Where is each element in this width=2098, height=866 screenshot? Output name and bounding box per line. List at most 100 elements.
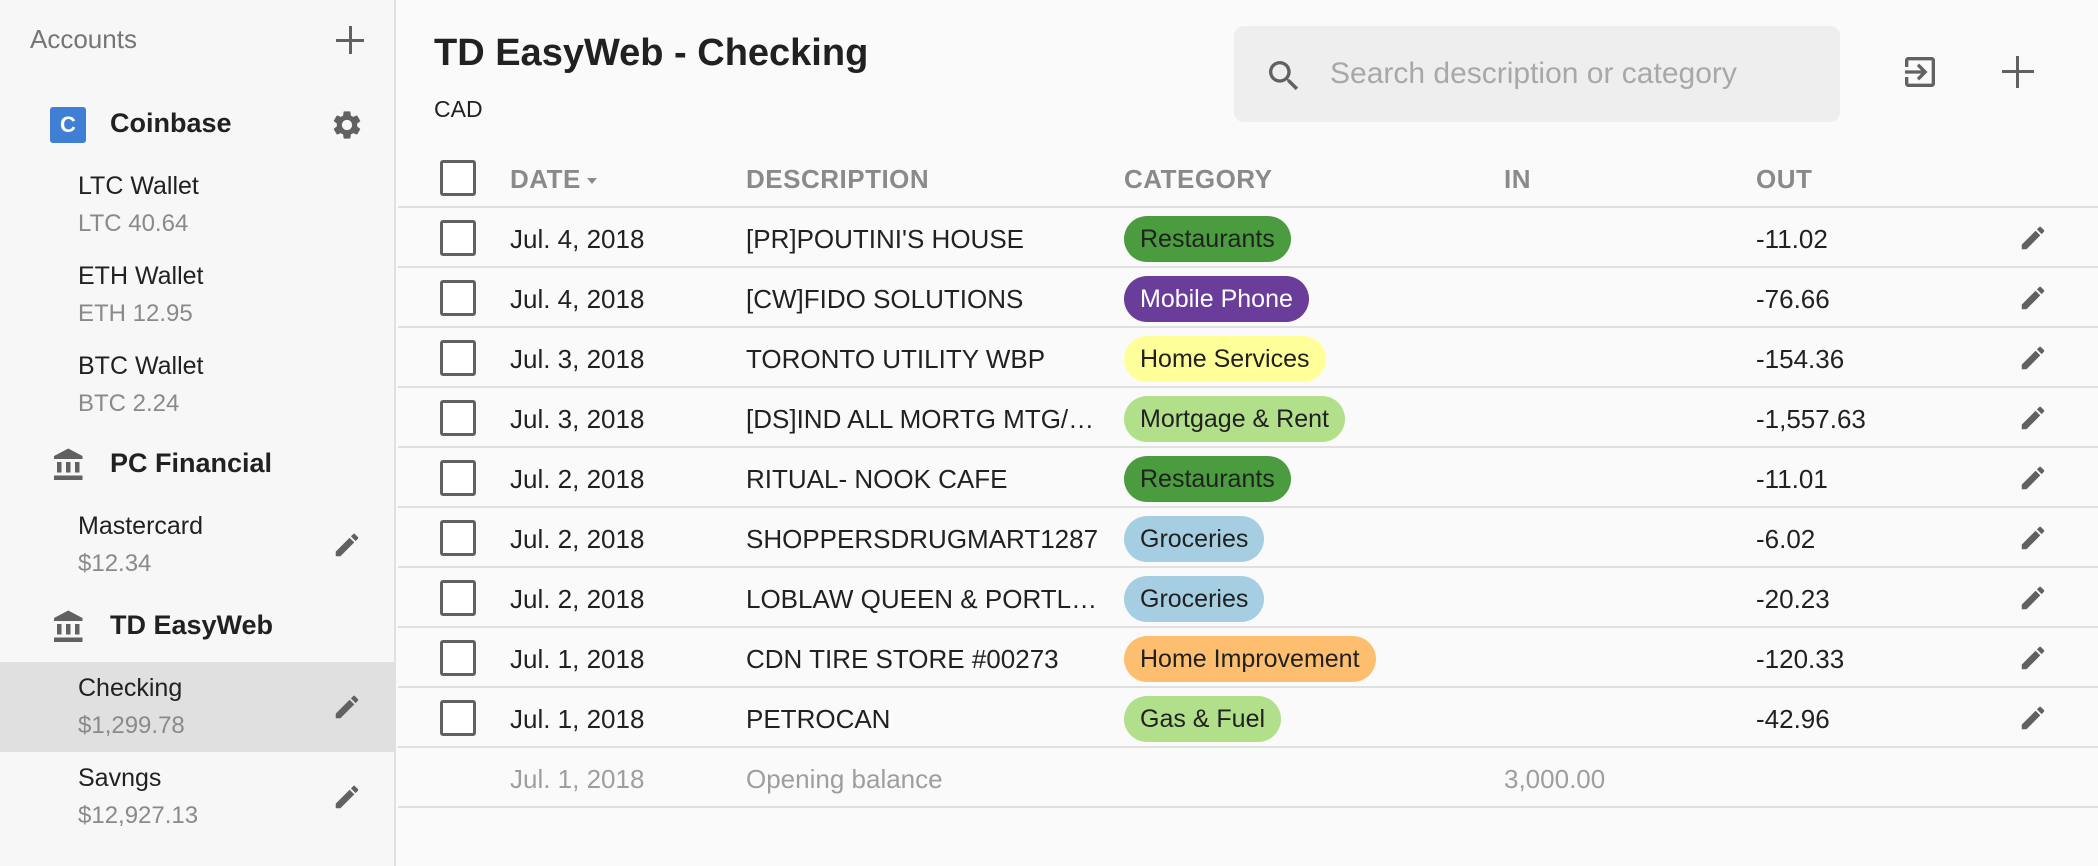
table-row[interactable]: Jul. 2, 2018 SHOPPERSDRUGMART1287 Grocerie…	[398, 508, 2098, 568]
row-checkbox[interactable]	[440, 700, 476, 736]
pencil-icon[interactable]	[2018, 223, 2048, 253]
row-date: Jul. 3, 2018	[510, 344, 645, 374]
pencil-icon[interactable]	[332, 692, 362, 722]
column-category[interactable]: CATEGORY	[1124, 164, 1272, 195]
category-badge[interactable]: Mortgage & Rent	[1124, 396, 1345, 442]
row-out: -154.36	[1756, 344, 1845, 374]
bank-icon	[54, 610, 83, 642]
row-date: Jul. 1, 2018	[510, 704, 645, 734]
row-checkbox[interactable]	[440, 340, 476, 376]
search-box[interactable]	[1234, 26, 1840, 122]
row-date: Jul. 2, 2018	[510, 584, 645, 614]
opening-balance-row: Jul. 1, 2018 Opening balance 3,000.00	[398, 748, 2098, 808]
accounts-sidebar: Accounts C Coinbase LTC Wallet LTC 40.64…	[0, 0, 396, 866]
account-name: Mastercard	[78, 512, 204, 540]
page-title: TD EasyWeb - Checking	[434, 32, 869, 74]
sidebar-item-checking[interactable]: Checking $1,299.78	[0, 662, 396, 752]
import-icon[interactable]	[1900, 52, 1940, 92]
provider-name: Coinbase	[110, 108, 232, 138]
row-date: Jul. 3, 2018	[510, 404, 645, 434]
currency-label: CAD	[434, 96, 483, 122]
select-all-checkbox[interactable]	[440, 160, 476, 196]
add-account-button[interactable]	[330, 20, 370, 60]
provider-pc-financial[interactable]: PC Financial	[0, 432, 396, 492]
row-checkbox[interactable]	[440, 640, 476, 676]
category-badge[interactable]: Mobile Phone	[1124, 276, 1309, 322]
table-row[interactable]: Jul. 1, 2018 PETROCAN Gas & Fuel -42.96	[398, 688, 2098, 748]
provider-name: TD EasyWeb	[110, 610, 274, 640]
pencil-icon[interactable]	[2018, 463, 2048, 493]
sidebar-item-mastercard[interactable]: Mastercard $12.34	[0, 500, 396, 590]
account-balance: ETH 12.95	[78, 300, 193, 327]
pencil-icon[interactable]	[2018, 583, 2048, 613]
category-badge[interactable]: Restaurants	[1124, 456, 1291, 502]
pencil-icon[interactable]	[332, 782, 362, 812]
row-checkbox[interactable]	[440, 280, 476, 316]
column-in[interactable]: IN	[1504, 164, 1531, 195]
row-out: -11.01	[1756, 464, 1828, 494]
category-badge[interactable]: Restaurants	[1124, 216, 1291, 262]
search-icon	[1269, 61, 1299, 91]
account-name: Checking	[78, 674, 183, 702]
row-out: -120.33	[1756, 644, 1845, 674]
pencil-icon[interactable]	[2018, 343, 2048, 373]
row-description: Opening balance	[746, 764, 943, 794]
row-checkbox[interactable]	[440, 580, 476, 616]
provider-td-easyweb[interactable]: TD EasyWeb	[0, 594, 396, 654]
provider-coinbase[interactable]: C Coinbase	[0, 92, 396, 152]
row-out: -11.02	[1756, 224, 1828, 254]
account-balance: $1,299.78	[78, 712, 185, 739]
pencil-icon[interactable]	[2018, 643, 2048, 673]
pencil-icon[interactable]	[2018, 703, 2048, 733]
row-description: LOBLAW QUEEN & PORTL…	[746, 584, 1098, 614]
table-row[interactable]: Jul. 4, 2018 [PR]POUTINI'S HOUSE Restauran…	[398, 208, 2098, 268]
category-badge[interactable]: Gas & Fuel	[1124, 696, 1282, 742]
row-description: PETROCAN	[746, 704, 891, 734]
table-row[interactable]: Jul. 3, 2018 [DS]IND ALL MORTG MTG/… Mortg…	[398, 388, 2098, 448]
sidebar-item-savngs[interactable]: Savngs $12,927.13	[0, 752, 396, 842]
row-date: Jul. 1, 2018	[510, 644, 645, 674]
column-description[interactable]: DESCRIPTION	[746, 164, 929, 195]
column-date[interactable]: DATE	[510, 164, 597, 195]
table-header: DATE DESCRIPTION CATEGORY IN OUT	[398, 150, 2098, 208]
table-row[interactable]: Jul. 2, 2018 LOBLAW QUEEN & PORTL… Groceri…	[398, 568, 2098, 628]
row-date: Jul. 2, 2018	[510, 464, 645, 494]
account-balance: $12,927.13	[78, 802, 199, 829]
sidebar-header: Accounts	[30, 20, 370, 60]
coinbase-logo-icon: C	[50, 107, 86, 143]
sidebar-item-btc-wallet[interactable]: BTC Wallet BTC 2.24	[0, 340, 396, 430]
sidebar-item-eth-wallet[interactable]: ETH Wallet ETH 12.95	[0, 250, 396, 340]
sidebar-item-ltc-wallet[interactable]: LTC Wallet LTC 40.64	[0, 160, 396, 250]
table-row[interactable]: Jul. 2, 2018 RITUAL- NOOK CAFE Restaurants…	[398, 448, 2098, 508]
account-balance: $12.34	[78, 550, 152, 577]
row-description: [DS]IND ALL MORTG MTG/…	[746, 404, 1095, 434]
sidebar-title: Accounts	[30, 24, 137, 54]
row-checkbox[interactable]	[440, 400, 476, 436]
row-checkbox[interactable]	[440, 520, 476, 556]
category-badge[interactable]: Home Services	[1124, 336, 1326, 382]
category-badge[interactable]: Home Improvement	[1124, 636, 1376, 682]
table-row[interactable]: Jul. 3, 2018 TORONTO UTILITY WBP Home Serv…	[398, 328, 2098, 388]
search-input[interactable]	[1330, 50, 1810, 98]
add-transaction-button[interactable]	[1998, 52, 2038, 92]
row-out: -76.66	[1756, 284, 1830, 314]
category-badge[interactable]: Groceries	[1124, 576, 1265, 622]
pencil-icon[interactable]	[2018, 283, 2048, 313]
transactions-panel: TD EasyWeb - Checking CAD DATE DESCRIPTI…	[398, 0, 2098, 866]
gear-icon[interactable]	[330, 108, 364, 142]
category-badge[interactable]: Groceries	[1124, 516, 1265, 562]
row-description: SHOPPERSDRUGMART1287	[746, 524, 1099, 554]
row-date: Jul. 4, 2018	[510, 224, 645, 254]
table-row[interactable]: Jul. 1, 2018 CDN TIRE STORE #00273 Home Im…	[398, 628, 2098, 688]
bank-icon	[54, 448, 83, 480]
table-row[interactable]: Jul. 4, 2018 [CW]FIDO SOLUTIONS Mobile Pho…	[398, 268, 2098, 328]
account-name: Savngs	[78, 764, 162, 792]
row-checkbox[interactable]	[440, 460, 476, 496]
account-balance: LTC 40.64	[78, 210, 189, 237]
pencil-icon[interactable]	[332, 530, 362, 560]
pencil-icon[interactable]	[2018, 403, 2048, 433]
column-out[interactable]: OUT	[1756, 164, 1812, 195]
pencil-icon[interactable]	[2018, 523, 2048, 553]
row-checkbox[interactable]	[440, 220, 476, 256]
account-name: LTC Wallet	[78, 172, 199, 200]
